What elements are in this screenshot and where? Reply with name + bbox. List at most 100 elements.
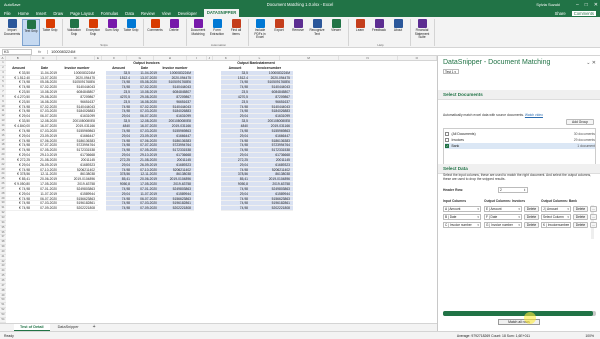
ribbon-button-table-snip[interactable]: Table Snip	[122, 19, 140, 46]
cell[interactable]: 5249803863	[249, 187, 291, 191]
cell[interactable]: 4840	[221, 124, 249, 128]
user-name[interactable]: Sylvia Suzuki	[536, 2, 560, 7]
column-header[interactable]: M	[280, 56, 339, 60]
cell[interactable]: 5140444043	[249, 105, 291, 109]
column-header[interactable]: I	[187, 56, 207, 60]
cell[interactable]: 10-08-2019	[131, 90, 158, 94]
cell[interactable]: 29,04	[221, 153, 249, 157]
cell[interactable]: 5140444043	[249, 85, 291, 89]
cell[interactable]: 11-04-2019	[31, 71, 58, 75]
ribbon-button-document-matching[interactable]: Document Matching	[189, 19, 207, 46]
cell[interactable]: 07-03-2020	[131, 201, 158, 205]
menu-home[interactable]: Home	[18, 11, 29, 16]
chevron-down-icon[interactable]: ▾	[567, 223, 569, 228]
cell[interactable]: 74,98	[106, 168, 131, 172]
add-group-button[interactable]: Add Group	[566, 119, 594, 125]
share-button[interactable]: Share	[555, 11, 566, 16]
cell[interactable]: 07-03-2020	[31, 201, 58, 205]
cell[interactable]: 5723994764	[249, 143, 291, 147]
cell[interactable]: 74,98	[221, 201, 249, 205]
cell[interactable]: 2019-031166	[58, 124, 96, 128]
cell[interactable]: 61631099	[58, 114, 96, 118]
ribbon-button-about[interactable]: About	[389, 19, 407, 46]
cell[interactable]: 86138038	[249, 172, 291, 176]
doc-item-all[interactable]: (All Documents) 30 documents	[445, 131, 595, 137]
cell[interactable]: 29-08-2020	[131, 95, 158, 99]
cell[interactable]: 5140444043	[58, 105, 96, 109]
cell[interactable]: 74,98	[221, 148, 249, 152]
output-invoices-select[interactable]: F | Date ▾	[484, 214, 522, 220]
cell[interactable]: 05-08-2020	[131, 80, 158, 84]
cell[interactable]: 23,5	[221, 100, 249, 104]
ribbon-button-validation-snip[interactable]: Validation Snip	[65, 19, 83, 46]
ribbon-button-learn[interactable]: Learn	[351, 19, 369, 46]
watch-video-link[interactable]: Watch video	[525, 113, 543, 117]
cell[interactable]: 20-06-2019	[31, 177, 58, 181]
cell[interactable]: € 29,04	[6, 114, 31, 118]
output-bank-block[interactable]: 33,5 1000083224M 1512,4 2020-094475 74,98 510…	[221, 70, 293, 212]
cell[interactable]: 5196182861	[158, 201, 192, 205]
cell[interactable]: € 9.050,80	[6, 182, 31, 186]
cell[interactable]: 74,98	[106, 187, 131, 191]
cell[interactable]: 29,04	[106, 192, 131, 196]
cell[interactable]: € 74,98	[6, 206, 31, 210]
cell[interactable]: 5184026883	[249, 109, 291, 113]
menu-formulas[interactable]: Formulas	[101, 11, 118, 16]
tab-datasnipper[interactable]: DataSnipper	[52, 324, 85, 331]
ribbon-button-financial-statement-suite[interactable]: Financial Statement Suite	[413, 19, 431, 46]
menu-page-layout[interactable]: Page Layout	[70, 11, 94, 16]
cell[interactable]: 4270,5	[221, 95, 249, 99]
cell[interactable]: 07-03-2020	[31, 129, 58, 133]
pane-controls[interactable]: ⌄ ✕	[586, 60, 596, 66]
cell[interactable]: 74,98	[221, 197, 249, 201]
cell[interactable]: 74,98	[221, 109, 249, 113]
cell[interactable]: 4840	[106, 124, 131, 128]
cell[interactable]: € 23,50	[6, 100, 31, 104]
output-bank-select[interactable]: K | Invoicenumber ▾	[541, 222, 571, 228]
cell[interactable]: 61689323	[58, 163, 96, 167]
cell[interactable]: 12-08-2020	[131, 119, 158, 123]
cell[interactable]: 74,98	[221, 168, 249, 172]
cell[interactable]: 61589944	[249, 192, 291, 196]
more-options-button[interactable]: ...	[590, 222, 597, 228]
cell[interactable]: € 74,98	[6, 105, 31, 109]
cell[interactable]: 33,5	[221, 71, 249, 75]
cell[interactable]: 378,56	[106, 172, 131, 176]
cell[interactable]: 29,04	[221, 114, 249, 118]
menu-view[interactable]: View	[162, 11, 171, 16]
cell[interactable]: 1512,4	[106, 76, 131, 80]
chevron-down-icon[interactable]: ▾	[477, 223, 479, 228]
cell[interactable]: 5249803863	[158, 187, 192, 191]
cell[interactable]: 2020-094475	[158, 76, 192, 80]
cell[interactable]: 5184026883	[158, 109, 192, 113]
cell[interactable]: 11-04-2019	[131, 71, 158, 75]
cell[interactable]: € 33,50	[6, 71, 31, 75]
cell[interactable]: 07-03-2020	[31, 109, 58, 113]
output-bank-select[interactable]: Select Column ▾	[541, 214, 571, 220]
cell[interactable]: 5206211402	[58, 168, 96, 172]
cell[interactable]: 5172331538	[158, 148, 192, 152]
cell[interactable]: 5249803863	[58, 187, 96, 191]
cell[interactable]: 9050,8	[221, 182, 249, 186]
cell[interactable]: € 29,04	[6, 163, 31, 167]
column-header[interactable]: H	[154, 56, 188, 60]
cell[interactable]: 2020-094475	[58, 76, 96, 80]
cell[interactable]: 29,04	[221, 163, 249, 167]
cell[interactable]: 5105091768E6	[158, 80, 192, 84]
menu-developer[interactable]: Developer	[178, 11, 197, 16]
cell[interactable]: 29,04	[106, 134, 131, 138]
cell[interactable]: 07-06-2020	[31, 139, 58, 143]
cell[interactable]: 61589944	[58, 192, 96, 196]
delete-bank-column-button[interactable]: Delete	[573, 214, 588, 220]
cell[interactable]: 12-11-2020	[131, 172, 158, 176]
cell[interactable]: 87209867	[58, 95, 96, 99]
cell[interactable]: € 74,98	[6, 197, 31, 201]
checkbox-checked[interactable]: ✓	[445, 144, 449, 148]
cell[interactable]: 272,25	[221, 158, 249, 162]
cell[interactable]: 29,04	[106, 114, 131, 118]
cell[interactable]: 87209867	[158, 95, 192, 99]
cell[interactable]: € 74,98	[6, 143, 31, 147]
cell[interactable]: 07-01-2020	[31, 187, 58, 191]
cell[interactable]: 2001080080E8	[249, 119, 291, 123]
cell[interactable]: 74,98	[221, 85, 249, 89]
